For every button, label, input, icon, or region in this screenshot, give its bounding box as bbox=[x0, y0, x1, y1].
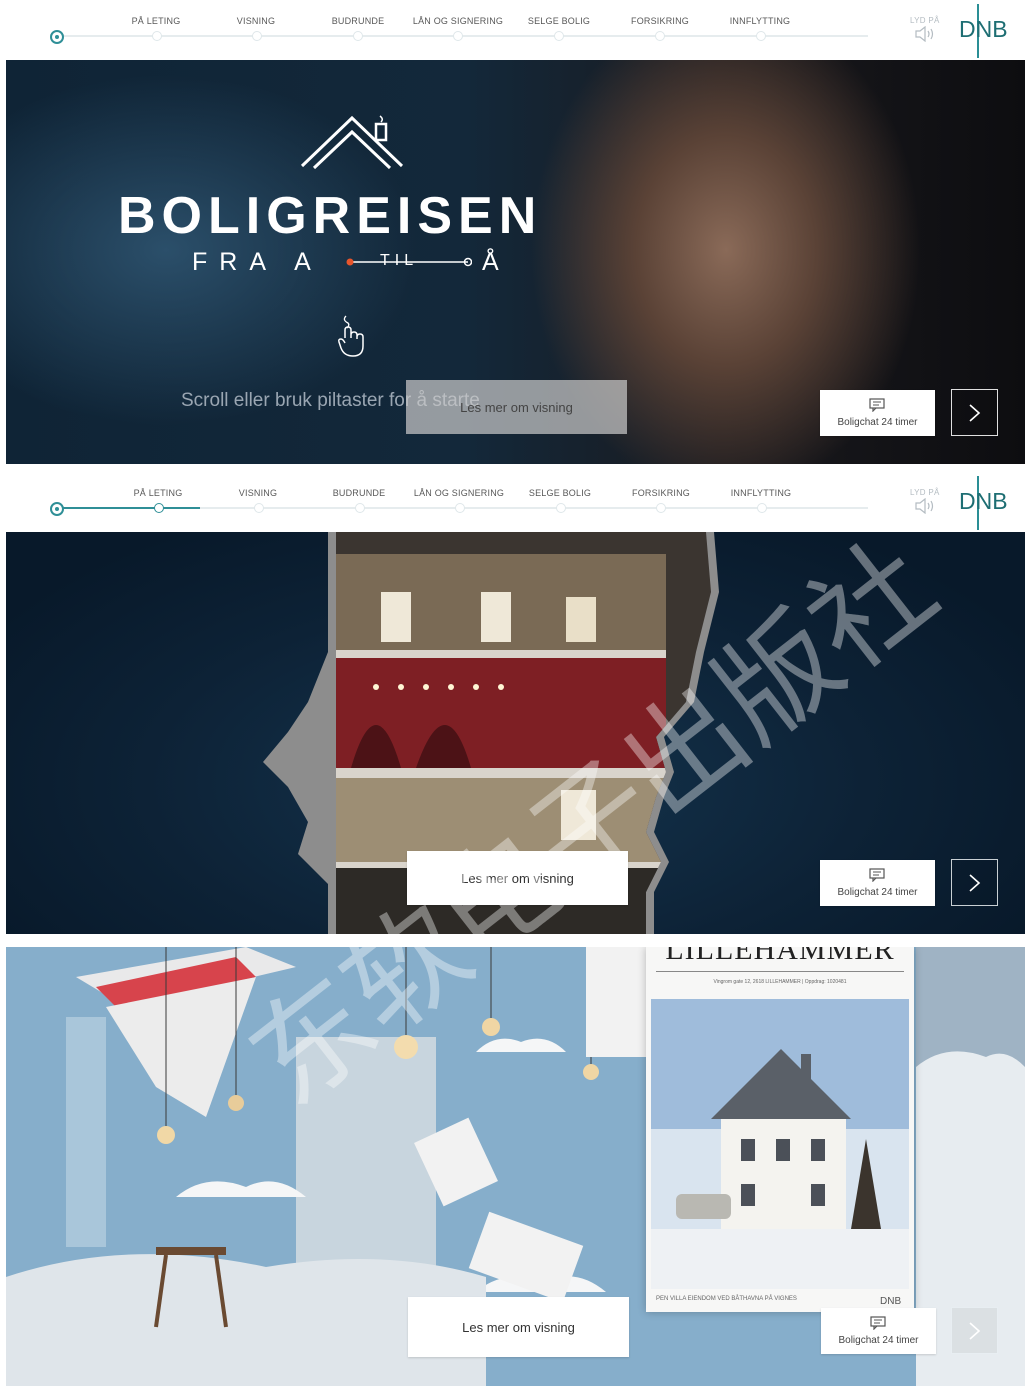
brand-til: TIL bbox=[380, 252, 419, 269]
nav-item-pa-leting[interactable]: PÅ LETING bbox=[134, 488, 183, 498]
sound-label[interactable]: LYD PÅ bbox=[910, 16, 940, 25]
brand-aa: Å bbox=[482, 248, 499, 276]
nav-item-budrunde[interactable]: BUDRUNDE bbox=[332, 16, 385, 26]
nav-node-lan-2[interactable] bbox=[455, 503, 465, 513]
nav-item-lan-og-signering[interactable]: LÅN OG SIGNERING bbox=[414, 488, 504, 498]
nav-node-pa-leting[interactable] bbox=[152, 31, 162, 41]
nav-node-visning[interactable] bbox=[252, 31, 262, 41]
chevron-right-icon bbox=[969, 404, 981, 422]
nav-node-lan[interactable] bbox=[453, 31, 463, 41]
next-button[interactable] bbox=[951, 1307, 998, 1354]
visning-panel: Les mer om visning Boligchat 24 timer bbox=[6, 532, 1025, 934]
chevron-right-icon bbox=[969, 1322, 981, 1340]
brochure-title: LILLEHAMMER bbox=[665, 947, 895, 966]
nav-item-selge-bolig[interactable]: SELGE BOLIG bbox=[529, 488, 591, 498]
brochure-panel: LILLEHAMMER Vingrom gate 12, 2618 LILLEH… bbox=[6, 947, 1025, 1386]
nav-node-selge[interactable] bbox=[554, 31, 564, 41]
nav-node-innflytting-2[interactable] bbox=[757, 503, 767, 513]
house-roof-icon bbox=[300, 115, 404, 170]
boligchat-button[interactable]: Boligchat 24 timer bbox=[821, 1308, 936, 1354]
nav-item-budrunde[interactable]: BUDRUNDE bbox=[333, 488, 386, 498]
house-photo bbox=[651, 999, 909, 1289]
chat-icon bbox=[870, 1316, 886, 1330]
nav-node-pa-leting-2[interactable] bbox=[154, 503, 164, 513]
boligchat-button[interactable]: Boligchat 24 timer bbox=[820, 390, 935, 436]
dnb-logo[interactable]: DNB bbox=[959, 16, 1008, 43]
nav-node-forsikring[interactable] bbox=[655, 31, 665, 41]
nav-item-visning[interactable]: VISNING bbox=[239, 488, 277, 498]
nav-node-forsikring-2[interactable] bbox=[656, 503, 666, 513]
brochure-address: Vingrom gate 12, 2618 LILLEHAMMER | Oppd… bbox=[713, 979, 847, 985]
boligchat-label: Boligchat 24 timer bbox=[837, 417, 918, 428]
brand-title: BOLIGREISEN bbox=[118, 187, 543, 245]
brochure-caption: PEN VILLA EIENDOM VED BÅTHAVNA PÅ VIGNES bbox=[656, 1296, 797, 1302]
nav-node-visning-2[interactable] bbox=[254, 503, 264, 513]
brand-subtitle: FRA A bbox=[192, 248, 323, 276]
nav-node-innflytting[interactable] bbox=[756, 31, 766, 41]
next-button[interactable] bbox=[951, 389, 998, 436]
les-mer-button[interactable]: Les mer om visning bbox=[407, 851, 628, 905]
nav-item-visning[interactable]: VISNING bbox=[237, 16, 275, 26]
brochure-rule bbox=[656, 971, 904, 972]
top-nav-2: PÅ LETING VISNING BUDRUNDE LÅN OG SIGNER… bbox=[6, 472, 1025, 530]
sound-label[interactable]: LYD PÅ bbox=[910, 488, 940, 497]
chevron-right-icon bbox=[969, 874, 981, 892]
nav-item-forsikring[interactable]: FORSIKRING bbox=[631, 16, 689, 26]
progress-start-node-2[interactable] bbox=[50, 502, 64, 516]
nav-node-budrunde[interactable] bbox=[353, 31, 363, 41]
speaker-icon[interactable] bbox=[914, 26, 936, 42]
brochure-logo: DNB bbox=[880, 1296, 902, 1307]
nav-item-innflytting[interactable]: INNFLYTTING bbox=[730, 16, 791, 26]
nav-node-budrunde-2[interactable] bbox=[355, 503, 365, 513]
nav-item-pa-leting[interactable]: PÅ LETING bbox=[132, 16, 181, 26]
boligchat-label: Boligchat 24 timer bbox=[837, 887, 918, 898]
nav-item-innflytting[interactable]: INNFLYTTING bbox=[731, 488, 792, 498]
progress-fill bbox=[56, 507, 200, 509]
les-mer-button[interactable]: Les mer om visning bbox=[408, 1297, 629, 1357]
hero-panel: BOLIGREISEN FRA A TIL Å Scroll eller bru… bbox=[6, 60, 1025, 464]
chat-icon bbox=[869, 868, 885, 882]
nav-item-forsikring[interactable]: FORSIKRING bbox=[632, 488, 690, 498]
hand-scroll-icon bbox=[338, 315, 364, 357]
property-brochure[interactable]: LILLEHAMMER Vingrom gate 12, 2618 LILLEH… bbox=[646, 947, 914, 1312]
nav-item-lan-og-signering[interactable]: LÅN OG SIGNERING bbox=[413, 16, 503, 26]
chat-icon bbox=[869, 398, 885, 412]
boligchat-label: Boligchat 24 timer bbox=[838, 1335, 919, 1346]
les-mer-button-overlay[interactable]: Les mer om visning bbox=[406, 380, 627, 434]
speaker-icon[interactable] bbox=[914, 498, 936, 514]
next-button[interactable] bbox=[951, 859, 998, 906]
progress-start-node[interactable] bbox=[50, 30, 64, 44]
boligchat-button[interactable]: Boligchat 24 timer bbox=[820, 860, 935, 906]
nav-node-selge-2[interactable] bbox=[556, 503, 566, 513]
dnb-logo[interactable]: DNB bbox=[959, 488, 1008, 515]
top-nav: PÅ LETING VISNING BUDRUNDE LÅN OG SIGNER… bbox=[6, 0, 1025, 58]
nav-item-selge-bolig[interactable]: SELGE BOLIG bbox=[528, 16, 590, 26]
